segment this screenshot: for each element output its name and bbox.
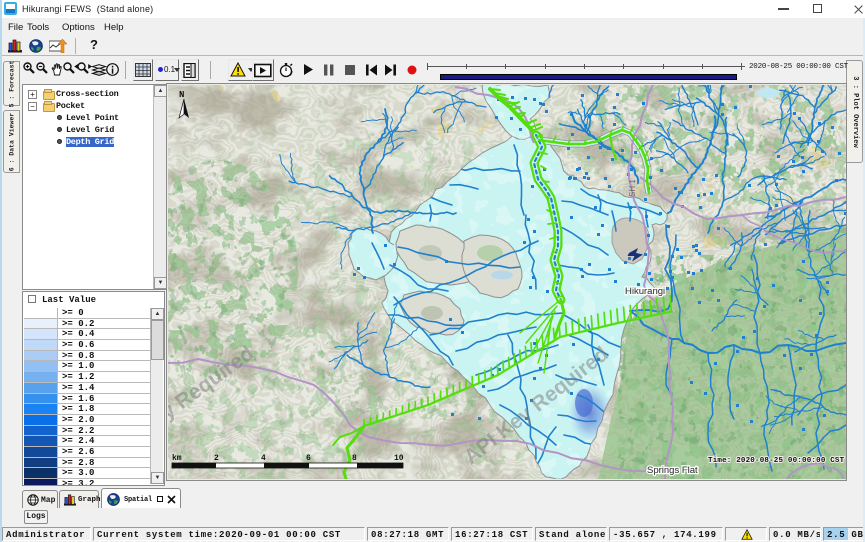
svg-text:Hikurangi: Hikurangi bbox=[625, 286, 665, 297]
svg-text:km: km bbox=[172, 454, 182, 463]
svg-text:8: 8 bbox=[352, 454, 357, 463]
svg-text:10: 10 bbox=[394, 454, 404, 463]
svg-text:SH 1: SH 1 bbox=[628, 179, 637, 197]
svg-text:Time: 2020-08-25 00:00:00 CST: Time: 2020-08-25 00:00:00 CST bbox=[708, 457, 845, 465]
svg-text:N: N bbox=[179, 90, 184, 100]
svg-text:Springs Flat: Springs Flat bbox=[647, 465, 698, 476]
svg-text:2: 2 bbox=[214, 454, 219, 463]
svg-text:6: 6 bbox=[306, 454, 311, 463]
svg-text:4: 4 bbox=[261, 454, 266, 463]
